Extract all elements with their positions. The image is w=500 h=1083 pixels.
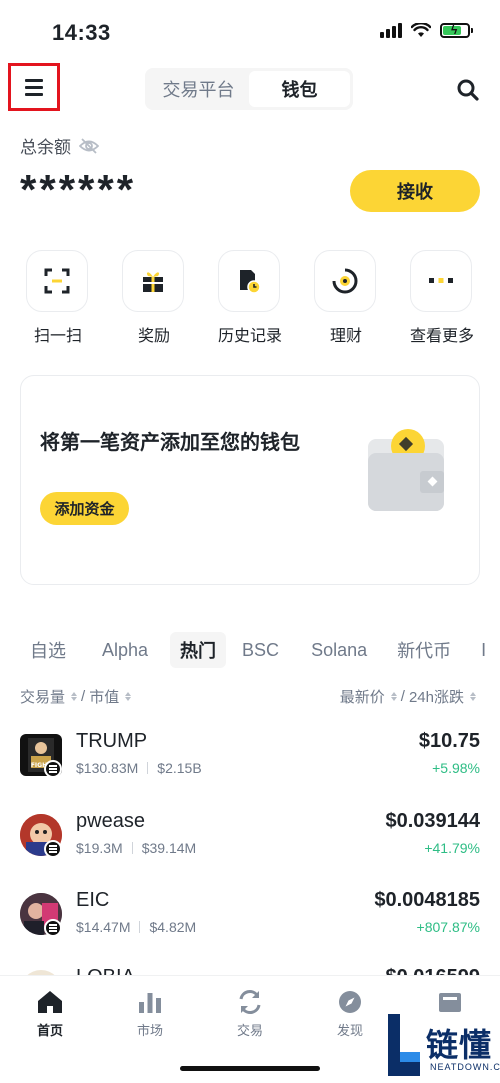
token-stats: $14.47M $4.82M (76, 919, 196, 935)
battery-icon: ϟ (440, 22, 473, 38)
balance-value: ****** (20, 166, 137, 213)
quick-action-label: 理财 (329, 328, 362, 345)
add-funds-title: 将第一笔资产添加至您的钱包 (40, 432, 300, 454)
discover-icon (320, 988, 380, 1016)
tab-new-tokens[interactable]: 新代币 (387, 632, 461, 668)
earn-icon (314, 250, 376, 312)
tab-favorites[interactable]: 自选 (20, 632, 76, 668)
nav-label: 市场 (136, 1023, 163, 1038)
status-time: 14:33 (52, 20, 111, 45)
token-name: TRUMP (76, 730, 148, 752)
token-volume: $130.83M (76, 760, 139, 776)
tab-bsc[interactable]: BSC (232, 632, 289, 668)
history-icon (218, 250, 280, 312)
watermark-logo-icon (388, 1014, 420, 1076)
gift-icon (122, 250, 184, 312)
market-icon (120, 988, 180, 1016)
tab-solana[interactable]: Solana (301, 632, 377, 668)
nav-label: 发现 (336, 1023, 363, 1038)
signal-icon (380, 22, 402, 38)
quick-action-history[interactable]: 历史记录 (218, 250, 282, 346)
token-volume: $19.3M (76, 840, 123, 856)
header-volume: 交易量 (20, 689, 66, 706)
token-row[interactable]: FIGHT TRUMP $130.83M $2.15B $10.75 +5.98… (0, 730, 500, 808)
header-segment-control: 交易平台 钱包 (145, 68, 353, 110)
solana-icon (44, 919, 62, 937)
sort-icon (470, 692, 476, 701)
nav-label: 首页 (36, 1023, 63, 1038)
token-change: +5.98% (432, 760, 480, 776)
home-icon (20, 988, 80, 1016)
nav-home[interactable]: 首页 (20, 988, 80, 1039)
tab-more[interactable]: I (471, 632, 496, 668)
token-volume: $14.47M (76, 919, 131, 935)
header-separator: / (81, 688, 86, 705)
scan-icon (26, 250, 88, 312)
token-mcap: $39.14M (141, 840, 197, 856)
hide-balance-icon[interactable] (79, 137, 99, 154)
token-price: $10.75 (418, 730, 480, 752)
watermark-text: 链懂 (426, 1027, 493, 1063)
header-24h-change: 24h涨跌 (408, 689, 464, 706)
token-stats: $19.3M $39.14M (76, 840, 196, 856)
quick-action-more[interactable]: 查看更多 (410, 250, 474, 346)
token-name: EIC (76, 889, 110, 911)
market-tabs: 自选 Alpha 热门 BSC Solana 新代币 I (20, 632, 496, 668)
sort-icon (71, 692, 78, 701)
home-indicator (180, 1066, 320, 1071)
token-price: $0.039144 (385, 810, 480, 832)
balance-label: 总余额 (20, 138, 71, 157)
tab-hot[interactable]: 热门 (170, 632, 227, 668)
tab-wallet[interactable]: 钱包 (249, 71, 350, 107)
wallet-icon (420, 988, 480, 1016)
search-icon[interactable] (456, 78, 480, 102)
token-stats: $130.83M $2.15B (76, 760, 202, 776)
header-separator: / (400, 688, 405, 705)
sort-icon (390, 692, 397, 701)
token-name: pwease (76, 810, 145, 832)
quick-action-rewards[interactable]: 奖励 (122, 250, 186, 346)
sort-volume-mcap[interactable]: 交易量 / 市值 (20, 686, 132, 707)
token-change: +807.87% (416, 919, 480, 935)
nav-wallet[interactable] (420, 988, 480, 1020)
nav-label: 交易 (236, 1023, 263, 1038)
balance-label-row: 总余额 (20, 133, 99, 158)
solana-icon (44, 760, 62, 778)
token-row[interactable]: pwease $19.3M $39.14M $0.039144 +41.79% (0, 810, 500, 888)
wifi-icon (411, 22, 431, 37)
quick-action-scan[interactable]: 扫一扫 (26, 250, 90, 346)
token-change: +41.79% (424, 840, 480, 856)
solana-icon (44, 840, 62, 858)
menu-button[interactable] (8, 63, 60, 111)
quick-action-earn[interactable]: 理财 (314, 250, 378, 346)
token-row[interactable]: EIC $14.47M $4.82M $0.0048185 +807.87% (0, 889, 500, 967)
add-funds-button[interactable]: 添加资金 (40, 492, 129, 525)
sort-price-change[interactable]: 最新价 / 24h涨跌 (340, 686, 476, 707)
header-price: 最新价 (339, 689, 385, 706)
quick-action-label: 历史记录 (217, 328, 282, 345)
nav-market[interactable]: 市场 (120, 988, 180, 1039)
sort-icon (125, 692, 132, 701)
trade-icon (220, 988, 280, 1016)
receive-button[interactable]: 接收 (350, 170, 480, 212)
token-mcap: $4.82M (149, 919, 197, 935)
nav-trade[interactable]: 交易 (220, 988, 280, 1039)
watermark-subtext: NEATDOWN.COM (430, 1062, 500, 1072)
quick-action-label: 奖励 (137, 328, 170, 345)
header-mcap: 市值 (89, 689, 120, 706)
wallet-illustration-icon (368, 429, 444, 511)
tab-alpha[interactable]: Alpha (92, 632, 158, 668)
quick-action-label: 扫一扫 (33, 328, 82, 345)
token-mcap: $2.15B (157, 760, 202, 776)
token-price: $0.0048185 (374, 889, 480, 911)
more-icon (410, 250, 472, 312)
quick-action-label: 查看更多 (409, 328, 474, 345)
status-icons: ϟ (380, 22, 473, 38)
tab-exchange[interactable]: 交易平台 (148, 71, 249, 107)
nav-discover[interactable]: 发现 (320, 988, 380, 1039)
